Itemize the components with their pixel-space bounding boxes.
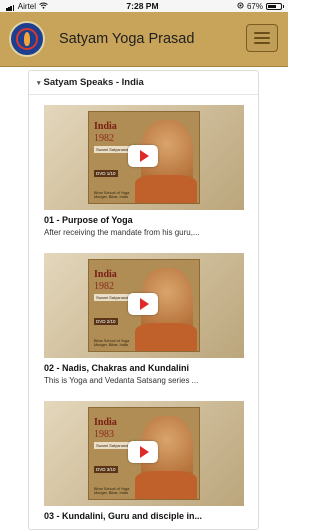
cover-publisher: Bihar School of Yoga Munger, Bihar, Indi…	[94, 486, 130, 495]
section-divider	[29, 94, 258, 95]
item-title[interactable]: 01 - Purpose of Yoga	[44, 215, 246, 225]
cover-dvd-label: DVD 1/10	[94, 170, 118, 177]
satyam-logo[interactable]	[9, 21, 45, 57]
app-header: Satyam Yoga Prasad	[0, 12, 288, 67]
cover-year: 1983	[94, 429, 114, 440]
item-title[interactable]: 02 - Nadis, Chakras and Kundalini	[44, 363, 246, 373]
cover-dvd-label: DVD 2/10	[94, 318, 118, 325]
carrier-label: Airtel	[17, 1, 36, 11]
cover-publisher: Bihar School of Yoga Munger, Bihar, Indi…	[94, 338, 130, 347]
status-right: 67%	[237, 1, 284, 11]
video-thumbnail[interactable]: India 1982 Swami Satyananda Saraswati DV…	[44, 105, 244, 210]
wifi-icon	[39, 2, 48, 11]
video-thumbnail[interactable]: India 1982 Swami Satyananda Saraswati DV…	[44, 253, 244, 358]
list-item[interactable]: India 1983 Swami Satyananda Saraswati DV…	[44, 401, 246, 524]
item-description: This is Yoga and Vedanta Satsang series …	[44, 376, 199, 385]
list-item[interactable]: India 1982 Swami Satyananda Saraswati DV…	[44, 253, 246, 385]
item-description: After receiving the mandate from his gur…	[44, 228, 200, 237]
status-bar: Airtel 7:28 PM 67%	[0, 0, 288, 12]
cover-year: 1982	[94, 133, 114, 144]
app-title[interactable]: Satyam Yoga Prasad	[59, 31, 194, 47]
signal-icon	[6, 2, 15, 11]
cover-title: India	[94, 269, 117, 280]
caret-down-icon: ▾	[37, 79, 41, 87]
video-thumbnail[interactable]: India 1983 Swami Satyananda Saraswati DV…	[44, 401, 244, 506]
cover-publisher: Bihar School of Yoga Munger, Bihar, Indi…	[94, 190, 130, 199]
battery-percent: 67%	[246, 1, 263, 11]
cover-title: India	[94, 121, 117, 132]
cover-title: India	[94, 417, 117, 428]
hamburger-menu-icon[interactable]	[246, 24, 278, 52]
list-item[interactable]: India 1982 Swami Satyananda Saraswati DV…	[44, 105, 246, 237]
cover-dvd-label: DVD 3/10	[94, 466, 118, 473]
section-header[interactable]: ▾ Satyam Speaks - India	[29, 71, 258, 88]
battery-icon	[266, 2, 284, 10]
play-icon[interactable]	[128, 441, 158, 463]
play-icon[interactable]	[128, 293, 158, 315]
status-left: Airtel	[6, 2, 48, 11]
rotation-lock-icon	[237, 1, 244, 11]
status-time: 7:28 PM	[126, 1, 159, 11]
play-icon[interactable]	[128, 145, 158, 167]
content-panel: ▾ Satyam Speaks - India India 1982 Swami…	[28, 70, 259, 530]
item-title[interactable]: 03 - Kundalini, Guru and disciple in...	[44, 511, 246, 521]
section-title: Satyam Speaks - India	[43, 77, 144, 88]
cover-year: 1982	[94, 281, 114, 292]
